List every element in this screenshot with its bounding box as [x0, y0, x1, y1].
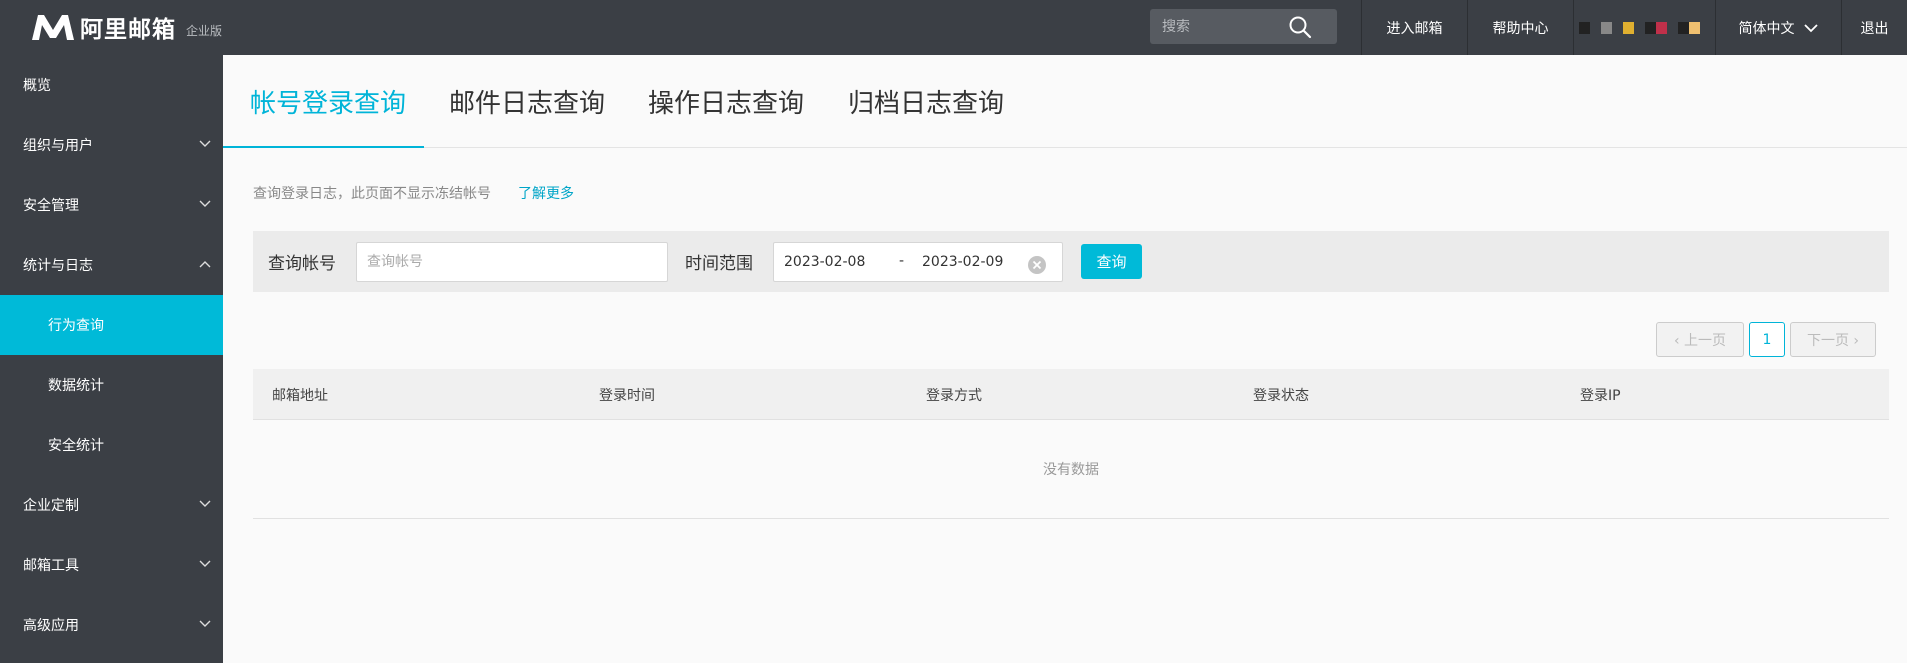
sidebar: 概览 组织与用户 安全管理 统计与日志 行为查询 数据统计 安全统计 企业定制 … [0, 55, 223, 663]
redaction-block [1578, 21, 1590, 34]
sidebar-item-label: 企业定制 [23, 498, 79, 514]
redaction-block [1666, 21, 1678, 34]
table-header: 邮箱地址 登录时间 登录方式 登录状态 登录IP [253, 369, 1889, 420]
column-header-login-time: 登录时间 [599, 388, 655, 404]
chevron-down-icon [199, 200, 211, 207]
sidebar-item-data-stats[interactable]: 数据统计 [0, 355, 223, 415]
help-center-link[interactable]: 帮助中心 [1467, 0, 1573, 55]
chevron-down-icon [199, 620, 211, 627]
sidebar-item-label: 安全管理 [23, 198, 79, 214]
user-account-menu[interactable] [1573, 0, 1715, 55]
sidebar-item-label: 高级应用 [23, 618, 79, 634]
redaction-block [1600, 21, 1612, 34]
tab-operation-log[interactable]: 操作日志查询 [648, 55, 804, 148]
search-input[interactable] [1150, 9, 1300, 44]
logo-m-icon [32, 15, 74, 40]
sidebar-item-label: 概览 [23, 78, 51, 94]
sidebar-item-customization[interactable]: 企业定制 [0, 475, 223, 535]
logo-edition: 企业版 [186, 23, 223, 38]
learn-more-link[interactable]: 了解更多 [518, 183, 574, 203]
column-header-login-ip: 登录IP [1580, 388, 1621, 404]
column-header-email: 邮箱地址 [272, 388, 328, 404]
sidebar-item-mail-tools[interactable]: 邮箱工具 [0, 535, 223, 595]
end-date[interactable]: 2023-02-09 [922, 254, 1003, 270]
tab-archive-log[interactable]: 归档日志查询 [848, 55, 1004, 148]
chevron-down-icon [199, 500, 211, 507]
logo[interactable]: 阿里邮箱 企业版 [30, 9, 222, 45]
redacted-username [1578, 21, 1711, 34]
redaction-block [1677, 21, 1689, 34]
sidebar-item-stats-logs[interactable]: 统计与日志 [0, 235, 223, 295]
sidebar-item-security-stats[interactable]: 安全统计 [0, 415, 223, 475]
query-button[interactable]: 查询 [1081, 244, 1142, 279]
column-header-login-status: 登录状态 [1253, 388, 1309, 404]
sidebar-item-label: 行为查询 [48, 318, 104, 334]
chevron-down-icon [1803, 23, 1818, 32]
date-range-picker[interactable]: 2023-02-08 - 2023-02-09 [773, 242, 1063, 282]
redaction-block [1655, 21, 1667, 34]
tab-login-query[interactable]: 帐号登录查询 [250, 55, 406, 148]
sidebar-item-label: 邮箱工具 [23, 558, 79, 574]
redaction-block [1611, 21, 1623, 34]
filter-bar: 查询帐号 时间范围 2023-02-08 - 2023-02-09 查询 [253, 231, 1889, 292]
sidebar-item-label: 安全统计 [48, 438, 104, 454]
sidebar-item-advanced[interactable]: 高级应用 [0, 595, 223, 655]
redaction-block [1699, 21, 1711, 34]
page-hint: 查询登录日志，此页面不显示冻结帐号 [253, 186, 491, 202]
enter-mailbox-link[interactable]: 进入邮箱 [1361, 0, 1467, 55]
sidebar-item-security[interactable]: 安全管理 [0, 175, 223, 235]
prev-page-button[interactable]: ‹ 上一页 [1656, 322, 1744, 357]
chevron-up-icon [199, 261, 211, 268]
sidebar-item-overview[interactable]: 概览 [0, 55, 223, 115]
empty-state: 没有数据 [253, 420, 1889, 519]
active-tab-indicator [223, 146, 424, 148]
top-bar: 阿里邮箱 企业版 进入邮箱 帮助中心 简体中文 退出 [0, 0, 1907, 55]
date-separator: - [899, 253, 905, 269]
redaction-block [1644, 21, 1656, 34]
column-header-login-method: 登录方式 [926, 388, 982, 404]
sidebar-item-behavior-query[interactable]: 行为查询 [0, 295, 223, 355]
redaction-block [1622, 21, 1634, 34]
next-page-button[interactable]: 下一页 › [1790, 322, 1876, 357]
sidebar-item-label: 数据统计 [48, 378, 104, 394]
language-selector[interactable]: 简体中文 [1715, 0, 1841, 55]
sidebar-item-label: 组织与用户 [23, 138, 93, 154]
logo-text: 阿里邮箱 [80, 17, 176, 43]
clear-icon[interactable] [1027, 255, 1047, 275]
start-date[interactable]: 2023-02-08 [784, 254, 865, 270]
tab-bar: 帐号登录查询 邮件日志查询 操作日志查询 归档日志查询 [223, 55, 1907, 148]
sidebar-item-org-users[interactable]: 组织与用户 [0, 115, 223, 175]
chevron-down-icon [199, 140, 211, 147]
redaction-block [1589, 21, 1601, 34]
page-number-current[interactable]: 1 [1749, 322, 1785, 357]
redaction-block [1633, 21, 1645, 34]
chevron-down-icon [199, 560, 211, 567]
tab-mail-log[interactable]: 邮件日志查询 [449, 55, 605, 148]
account-label: 查询帐号 [268, 254, 336, 274]
language-label: 简体中文 [1738, 20, 1795, 37]
search-box [1150, 9, 1337, 44]
search-icon[interactable] [1288, 15, 1312, 39]
time-range-label: 时间范围 [685, 254, 753, 274]
logout-link[interactable]: 退出 [1841, 0, 1907, 55]
sidebar-item-label: 统计与日志 [23, 258, 93, 274]
redaction-block [1688, 21, 1700, 34]
account-input[interactable] [356, 242, 668, 282]
